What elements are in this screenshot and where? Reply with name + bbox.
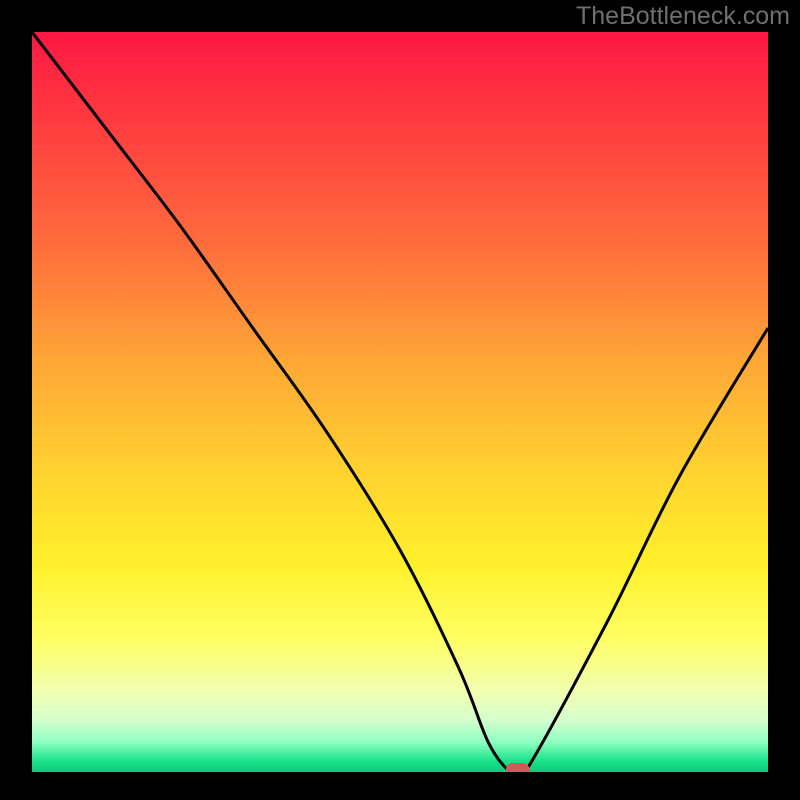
- plot-area: [32, 32, 768, 772]
- chart-frame: TheBottleneck.com: [0, 0, 800, 800]
- gradient-background: [32, 32, 768, 772]
- optimum-marker: [506, 763, 530, 772]
- bottleneck-chart: [32, 32, 768, 772]
- watermark-text: TheBottleneck.com: [576, 2, 790, 31]
